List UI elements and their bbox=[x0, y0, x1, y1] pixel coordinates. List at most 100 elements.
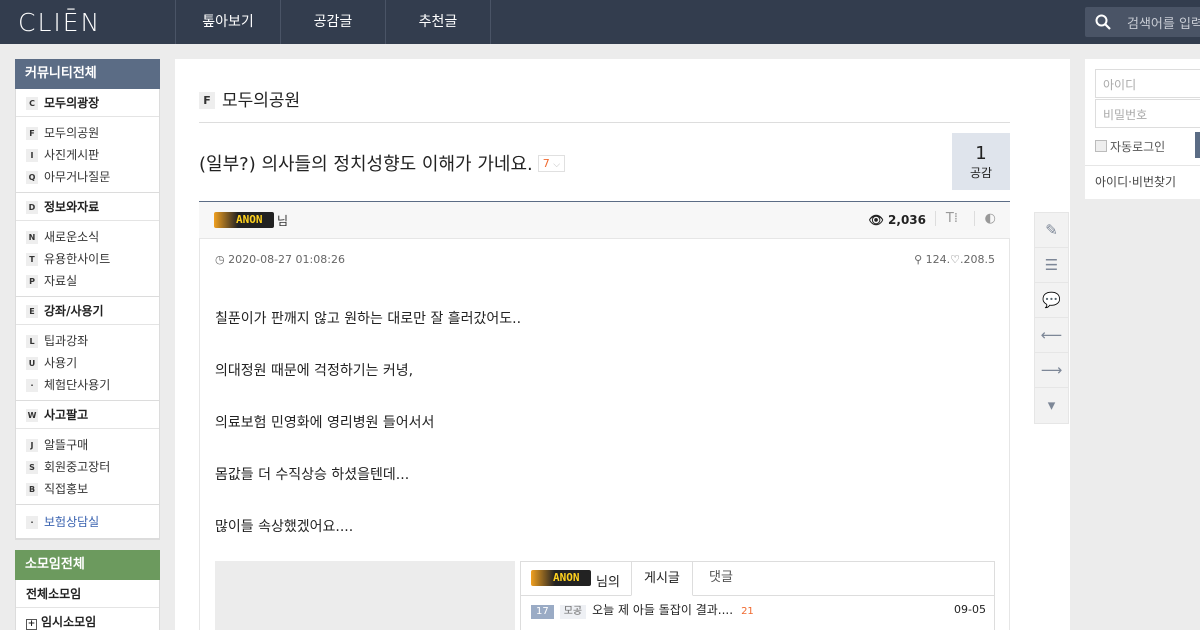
search-box[interactable]: 검색어를 입력 bbox=[1085, 7, 1200, 37]
find-account-link[interactable]: 아이디·비번찾기 bbox=[1085, 165, 1200, 199]
list-icon[interactable]: ☰ bbox=[1035, 248, 1068, 283]
sidebar-item-label: 새로운소식 bbox=[44, 230, 100, 244]
post-title-text: (일부?) 의사들의 정치성향도 이해가 가네요. bbox=[199, 154, 533, 175]
sidebar-item[interactable]: U 사용기 bbox=[16, 352, 159, 374]
board-icon: I bbox=[26, 149, 38, 162]
board-icon: F bbox=[199, 92, 215, 109]
comment-icon[interactable]: 💬 bbox=[1035, 283, 1068, 318]
sidebar-group: W 사고팔고 J 알뜰구매 S 회원중고장터 B 직접홍보 bbox=[16, 401, 159, 505]
sidebar-item[interactable]: L 팁과강좌 bbox=[16, 330, 159, 352]
sidebar-item-label: 자료실 bbox=[44, 274, 78, 288]
sidebar-group-header[interactable]: D 정보와자료 bbox=[16, 193, 159, 221]
login-button[interactable] bbox=[1195, 132, 1200, 158]
chevron-down-icon: ⌵ bbox=[553, 160, 561, 170]
content-line: 몸값들 더 수직상승 하셨을텐데... bbox=[215, 467, 410, 483]
password-field[interactable]: 비밀번호 bbox=[1095, 99, 1200, 128]
sidebar-item[interactable]: F 모두의공원 bbox=[16, 122, 159, 144]
profile-post-row[interactable]: 17 모공 오늘 제 아들 돌잡이 결과.... 21 09-05 bbox=[531, 600, 986, 620]
auto-login-checkbox[interactable]: 자동로그인 bbox=[1095, 138, 1165, 155]
plus-box-icon: + bbox=[26, 619, 37, 630]
contrast-icon[interactable]: ◐ bbox=[973, 211, 996, 226]
sidebar-group-label: 모두의광장 bbox=[44, 96, 100, 110]
eye-icon: 👁 bbox=[868, 213, 884, 227]
main-nav: 톺아보기 공감글 추천글 bbox=[175, 0, 491, 44]
auto-login-label: 자동로그인 bbox=[1110, 140, 1166, 154]
sympathy-button[interactable]: 1 공감 bbox=[952, 133, 1010, 190]
search-input[interactable]: 검색어를 입력 bbox=[1127, 13, 1200, 32]
sidebar-item-label: 알뜰구매 bbox=[44, 438, 89, 452]
profile-tabs: ANON 님의 게시글 댓글 bbox=[521, 561, 994, 596]
post-title: (일부?) 의사들의 정치성향도 이해가 가네요. 7 ⌵ bbox=[199, 150, 566, 176]
sidebar: 커뮤니티전체 C 모두의광장 F 모두의공원 I 사진게시판 Q 아무거나질문 D 정보와… bbox=[15, 59, 160, 630]
sidebar-group-header[interactable]: W 사고팔고 bbox=[16, 401, 159, 429]
font-size-icon[interactable]: T⁞ bbox=[934, 211, 958, 226]
nav-sympathy[interactable]: 공감글 bbox=[281, 0, 386, 44]
sidebar-item-label: 사용기 bbox=[44, 356, 78, 370]
sidebar-item-all-groups[interactable]: 전체소모임 bbox=[16, 580, 159, 608]
sidebar-group-label: 정보와자료 bbox=[44, 200, 100, 214]
sidebar-category-groups[interactable]: 소모임전체 bbox=[15, 550, 160, 580]
sidebar-item-temp-groups[interactable]: + 임시소모임 bbox=[16, 608, 159, 630]
author-suffix: 님 bbox=[277, 214, 289, 228]
board-icon: W bbox=[26, 409, 38, 422]
avatar-text: ANON bbox=[553, 571, 580, 584]
author-avatar[interactable]: ANON bbox=[214, 212, 274, 228]
sidebar-group: · 보험상담실 bbox=[16, 505, 159, 539]
view-count-value: 2,036 bbox=[888, 213, 926, 227]
caret-down-icon[interactable]: ▾ bbox=[1035, 388, 1068, 423]
sidebar-item-label: 임시소모임 bbox=[41, 615, 97, 629]
comment-count: 7 bbox=[542, 157, 550, 170]
sidebar-item[interactable]: J 알뜰구매 bbox=[16, 434, 159, 456]
sidebar-item-label: 직접홍보 bbox=[44, 482, 89, 496]
pencil-icon[interactable]: ✎ bbox=[1035, 213, 1068, 248]
board-icon: · bbox=[26, 379, 38, 392]
post-ip-value: 124.♡.208.5 bbox=[925, 253, 995, 266]
profile-avatar[interactable]: ANON bbox=[531, 570, 591, 586]
sidebar-group-label: 강좌/사용기 bbox=[44, 304, 104, 318]
post-view: F 모두의공원 (일부?) 의사들의 정치성향도 이해가 가네요. 7 ⌵ 1 공감… bbox=[175, 59, 1070, 630]
category-badge: 모공 bbox=[559, 605, 587, 619]
tab-posts[interactable]: 게시글 bbox=[631, 561, 693, 596]
sidebar-group-header[interactable]: E 강좌/사용기 bbox=[16, 297, 159, 325]
board-title[interactable]: F 모두의공원 bbox=[199, 86, 300, 111]
board-icon: U bbox=[26, 357, 38, 370]
sidebar-item[interactable]: · 체험단사용기 bbox=[16, 374, 159, 396]
id-field[interactable]: 아이디 bbox=[1095, 69, 1200, 98]
sidebar-item[interactable]: B 직접홍보 bbox=[16, 478, 159, 500]
search-icon[interactable] bbox=[1095, 14, 1111, 30]
content-line: 칠푼이가 판깨지 않고 원하는 대로만 잘 흘러갔어도.. bbox=[215, 311, 522, 327]
post-date-value: 2020-08-27 01:08:26 bbox=[228, 253, 345, 266]
sidebar-item-label: 회원중고장터 bbox=[44, 460, 111, 474]
comment-count-badge[interactable]: 7 ⌵ bbox=[537, 155, 566, 172]
sidebar-category-community[interactable]: 커뮤니티전체 bbox=[15, 59, 160, 89]
sidebar-group: C 모두의광장 F 모두의공원 I 사진게시판 Q 아무거나질문 bbox=[16, 89, 159, 193]
sidebar-group-header[interactable]: C 모두의광장 bbox=[16, 89, 159, 117]
nav-explore[interactable]: 톺아보기 bbox=[176, 0, 281, 44]
clien-logo[interactable]: CLIĒN bbox=[18, 8, 101, 37]
arrow-left-icon[interactable]: ⟵ bbox=[1035, 318, 1068, 353]
sidebar-item-insurance[interactable]: · 보험상담실 bbox=[16, 511, 159, 533]
board-name: 모두의공원 bbox=[222, 91, 301, 111]
board-icon: N bbox=[26, 231, 38, 244]
board-icon: J bbox=[26, 439, 38, 452]
sidebar-item-label: 보험상담실 bbox=[44, 515, 100, 529]
content-line: 의료보험 민영화에 영리병원 들어서서 bbox=[215, 415, 435, 431]
board-icon: Q bbox=[26, 171, 38, 184]
board-icon: B bbox=[26, 483, 38, 496]
content-line: 많이들 속상했겠어요.... bbox=[215, 519, 354, 535]
post-number-badge: 17 bbox=[531, 605, 554, 619]
sidebar-item[interactable]: S 회원중고장터 bbox=[16, 456, 159, 478]
nav-recommend[interactable]: 추천글 bbox=[386, 0, 491, 44]
login-panel: 아이디 비밀번호 자동로그인 아이디·비번찾기 bbox=[1085, 59, 1200, 199]
post-info-bar: ANON 님 👁 2,036 T⁞ ◐ bbox=[199, 201, 1010, 239]
tab-comments[interactable]: 댓글 bbox=[697, 561, 745, 596]
profile-post-title: 오늘 제 아들 돌잡이 결과.... bbox=[592, 603, 734, 617]
sidebar-item[interactable]: T 유용한사이트 bbox=[16, 248, 159, 270]
sidebar-item[interactable]: I 사진게시판 bbox=[16, 144, 159, 166]
board-icon: · bbox=[26, 516, 38, 529]
sidebar-item[interactable]: N 새로운소식 bbox=[16, 226, 159, 248]
sympathy-label: 공감 bbox=[969, 166, 993, 180]
sidebar-item[interactable]: P 자료실 bbox=[16, 270, 159, 292]
sidebar-item[interactable]: Q 아무거나질문 bbox=[16, 166, 159, 188]
arrow-right-icon[interactable]: ⟶ bbox=[1035, 353, 1068, 388]
